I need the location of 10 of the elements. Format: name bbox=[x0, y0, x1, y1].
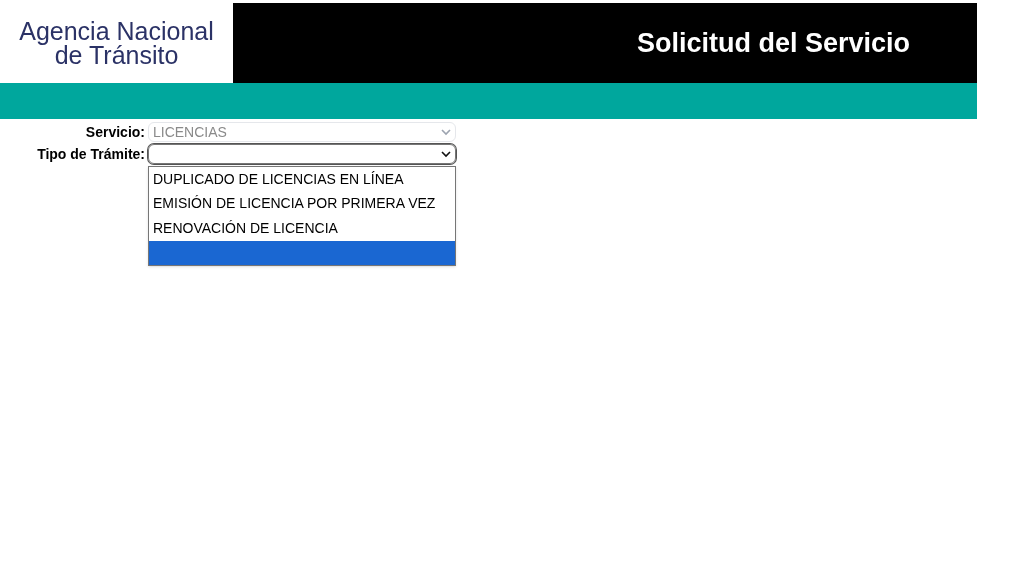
caret-icon bbox=[441, 150, 451, 158]
page-title: Solicitud del Servicio bbox=[636, 26, 910, 60]
field-label: Servicio: bbox=[84, 123, 145, 142]
select-field[interactable] bbox=[148, 144, 456, 164]
dropdown-option[interactable]: EMISIÓN DE LICENCIA POR PRIMERA VEZ bbox=[149, 191, 455, 216]
caret-icon bbox=[441, 128, 451, 136]
dropdown-option[interactable]: DUPLICADO DE LICENCIAS EN LÍNEA bbox=[149, 167, 455, 192]
dropdown-option[interactable] bbox=[149, 240, 455, 265]
field-label: Tipo de Trámite: bbox=[36, 145, 145, 164]
dropdown-option[interactable]: RENOVACIÓN DE LICENCIA bbox=[149, 216, 455, 241]
